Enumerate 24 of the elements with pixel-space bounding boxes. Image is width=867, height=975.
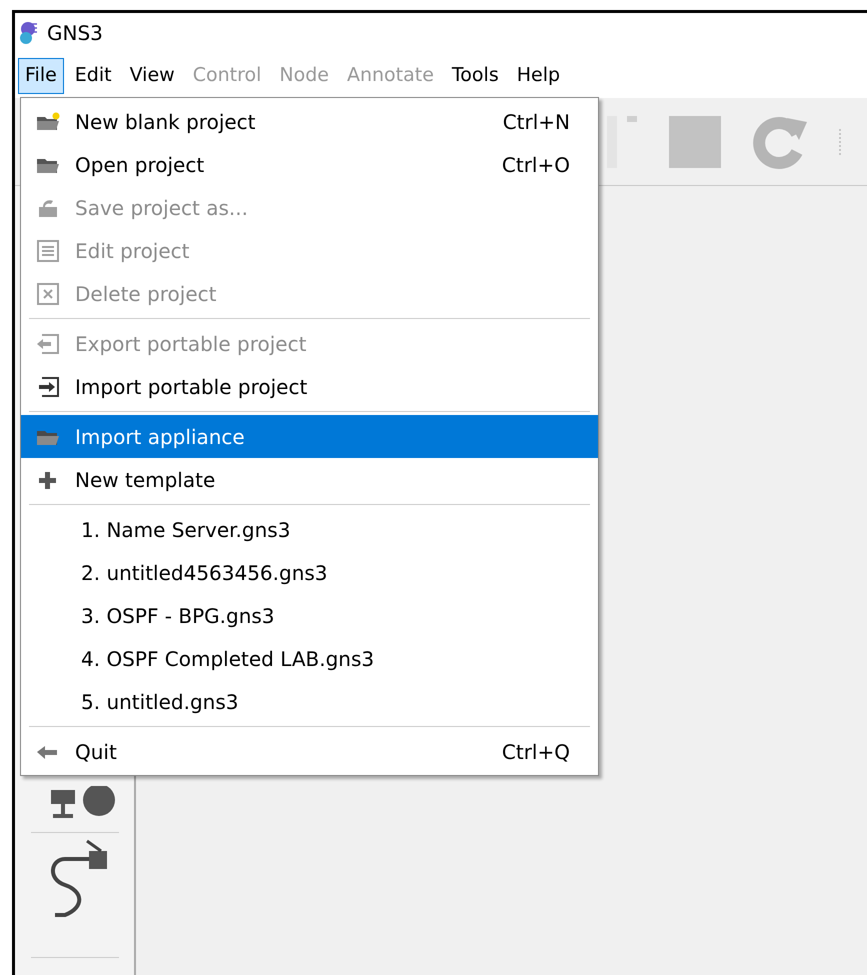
menu-entry[interactable]: Import appliance	[21, 415, 598, 458]
menu-item[interactable]: Help	[510, 58, 568, 94]
menu-entry[interactable]: New blank project Ctrl+N	[21, 100, 598, 143]
app-logo-icon	[17, 20, 39, 46]
delete-icon	[35, 282, 61, 304]
menu-item[interactable]: Edit	[68, 58, 119, 94]
menu-entry[interactable]: 2. untitled4563456.gns3	[21, 551, 598, 594]
menu-entry[interactable]: Quit Ctrl+Q	[21, 730, 598, 773]
folder-icon	[35, 110, 61, 132]
grip-icon	[837, 126, 843, 156]
window-title: GNS3	[47, 20, 103, 47]
menu-item[interactable]: Tools	[444, 58, 506, 94]
menu-item[interactable]: View	[122, 58, 182, 94]
menu-entry[interactable]: Import portable project	[21, 365, 598, 408]
menu-entry[interactable]: Open project Ctrl+O	[21, 143, 598, 186]
document-icon	[35, 240, 61, 262]
menu-entry[interactable]: 1. Name Server.gns3	[21, 508, 598, 551]
menu-entry[interactable]: 4. OSPF Completed LAB.gns3	[21, 637, 598, 680]
menu-entry[interactable]: New template	[21, 458, 598, 501]
menu-entry[interactable]: 5. untitled.gns3	[21, 680, 598, 723]
menu-entry[interactable]: 3. OSPF - BPG.gns3	[21, 594, 598, 637]
stop-icon[interactable]	[667, 114, 723, 170]
export-icon	[35, 332, 61, 354]
menu-item[interactable]: File	[18, 58, 64, 94]
